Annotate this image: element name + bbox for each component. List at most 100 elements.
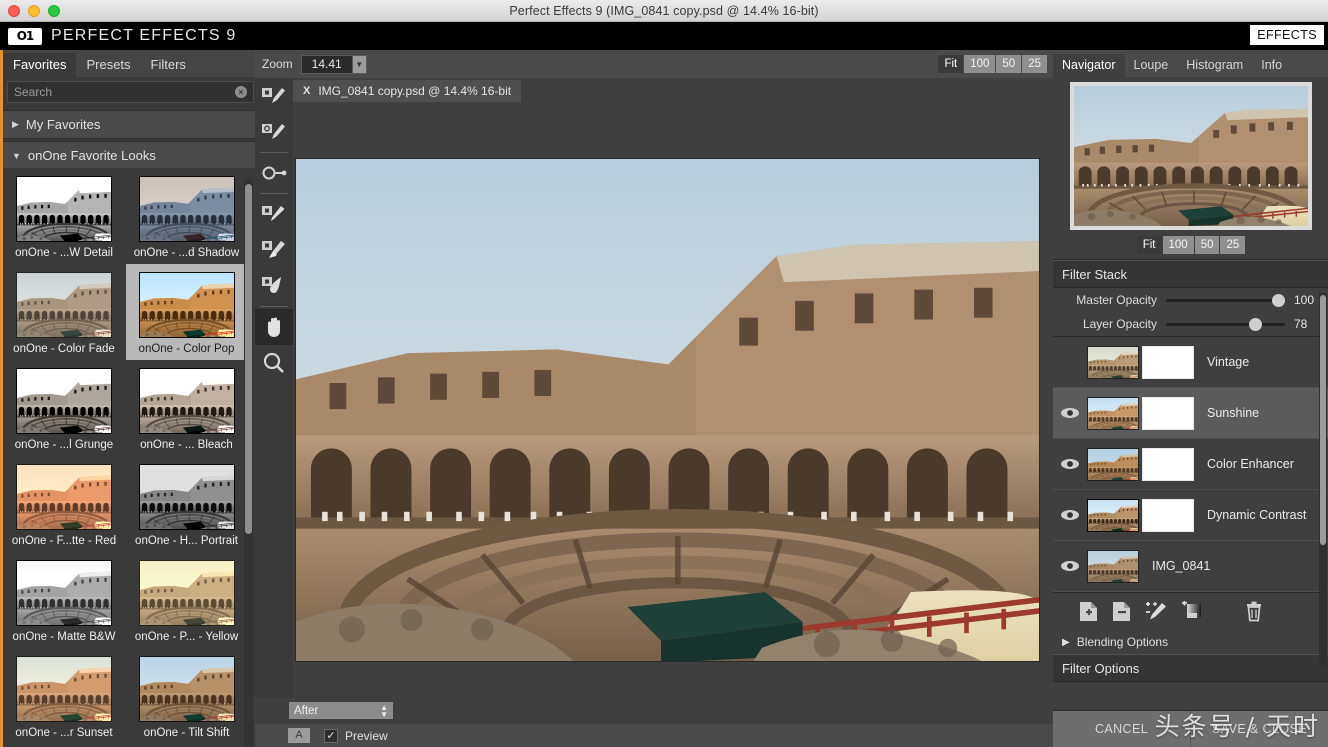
tab-favorites[interactable]: Favorites xyxy=(3,53,77,77)
eye-icon[interactable] xyxy=(1053,458,1087,470)
tool-separator xyxy=(260,193,288,194)
window-controls[interactable] xyxy=(8,5,60,17)
preset-item[interactable]: onOne - ...r Sunset xyxy=(3,648,125,744)
tab-navigator[interactable]: Navigator xyxy=(1053,54,1125,77)
master-opacity-knob[interactable] xyxy=(1272,293,1285,307)
preset-thumbnail xyxy=(138,656,235,722)
preset-item[interactable]: onOne - ...W Detail xyxy=(3,168,125,264)
main-image-preview[interactable] xyxy=(295,158,1040,662)
left-panel-scrollbar-thumb[interactable] xyxy=(245,184,252,534)
retouch-brush-tool[interactable] xyxy=(255,78,293,114)
tool-separator xyxy=(260,306,288,307)
eye-icon[interactable] xyxy=(1053,560,1087,572)
preset-item[interactable]: onOne - Color Fade xyxy=(3,264,125,360)
layer-mask-thumbnail[interactable] xyxy=(1142,345,1194,379)
zoom-input[interactable]: 14.41 xyxy=(300,54,353,74)
filter-layer-row[interactable]: Vintage xyxy=(1053,337,1328,388)
preset-item[interactable]: onOne - Matte B&W xyxy=(3,552,125,648)
search-input[interactable] xyxy=(14,85,235,99)
preset-thumbnail xyxy=(16,272,112,338)
zoom-preset-fit[interactable]: Fit xyxy=(938,55,964,73)
delete-filter-icon[interactable] xyxy=(1112,601,1131,622)
zoom-preset-100[interactable]: 100 xyxy=(964,55,996,73)
preset-item[interactable]: onOne - Color Pop xyxy=(125,264,248,360)
add-effect-brush-icon[interactable] xyxy=(1145,601,1168,622)
preset-item[interactable]: onOne - F...tte - Red xyxy=(3,456,125,552)
group-my-favorites[interactable]: ▶ My Favorites xyxy=(3,110,255,139)
filter-layer-row[interactable]: Sunshine xyxy=(1053,388,1328,439)
tab-filters[interactable]: Filters xyxy=(141,53,196,77)
layer-name: IMG_0841 xyxy=(1152,559,1211,573)
zoom-preset-50[interactable]: 50 xyxy=(996,55,1022,73)
minimize-window-button[interactable] xyxy=(28,5,40,17)
masking-brush-tool[interactable] xyxy=(255,196,293,232)
hand-tool[interactable] xyxy=(255,309,293,345)
layer-opacity-slider[interactable] xyxy=(1166,317,1285,331)
filter-stack-scrollbar-thumb[interactable] xyxy=(1320,295,1326,545)
add-mask-icon[interactable] xyxy=(1182,601,1205,622)
search-box[interactable]: × xyxy=(7,81,254,103)
preset-item[interactable]: onOne - ... Bleach xyxy=(126,360,248,456)
add-filter-icon[interactable] xyxy=(1079,601,1098,622)
preset-item[interactable]: onOne - ...l Grunge xyxy=(3,360,125,456)
nav-zoom-25[interactable]: 25 xyxy=(1220,235,1246,254)
navigator-preview[interactable] xyxy=(1069,82,1312,230)
filter-layer-row[interactable]: IMG_0841 xyxy=(1053,541,1328,592)
transform-tool[interactable] xyxy=(255,155,293,191)
chevron-down-icon[interactable]: ▼ xyxy=(352,54,367,74)
close-window-button[interactable] xyxy=(8,5,20,17)
perfect-eraser-tool[interactable] xyxy=(255,114,293,150)
nav-zoom-50[interactable]: 50 xyxy=(1194,235,1220,254)
adjustment-brush-tool[interactable] xyxy=(255,268,293,304)
tab-loupe[interactable]: Loupe xyxy=(1125,54,1178,77)
clear-circle-icon[interactable]: × xyxy=(235,86,247,98)
nav-zoom-fit[interactable]: Fit xyxy=(1136,235,1162,254)
view-mode-select[interactable]: After ▲ ▼ xyxy=(289,702,393,719)
layer-mask-thumbnail[interactable] xyxy=(1142,498,1194,532)
window-title-bar: Perfect Effects 9 (IMG_0841 copy.psd @ 1… xyxy=(0,0,1328,22)
layer-mask-thumbnail[interactable] xyxy=(1142,447,1194,481)
image-canvas[interactable]: X IMG_0841 copy.psd @ 14.4% 16-bit xyxy=(293,78,1053,698)
trash-icon[interactable] xyxy=(1245,601,1263,622)
left-panel-scrollbar[interactable] xyxy=(244,178,253,747)
maximize-window-button[interactable] xyxy=(48,5,60,17)
view-mode-value: After xyxy=(294,704,319,717)
eye-icon[interactable] xyxy=(1053,509,1087,521)
layer-mask-thumbnail[interactable] xyxy=(1142,396,1194,430)
preset-item[interactable]: onOne - ...d Shadow xyxy=(126,168,248,264)
nav-zoom-100[interactable]: 100 xyxy=(1162,235,1194,254)
zoom-label: Zoom xyxy=(262,57,293,71)
filter-stack-scrollbar[interactable] xyxy=(1319,293,1327,665)
preset-browser[interactable]: onOne - ...W Detail onOne - ...d Shadow on… xyxy=(3,168,255,747)
preset-item[interactable]: onOne - Tilt Shift xyxy=(126,648,248,744)
masking-bug-tool[interactable] xyxy=(255,232,293,268)
preset-label: onOne - ...d Shadow xyxy=(133,247,240,259)
filter-layer-list[interactable]: Vintage Sunshine Color Enhancer Dynamic Con… xyxy=(1053,336,1328,592)
preset-thumbnail xyxy=(16,464,112,530)
stepper-icon[interactable]: ▲ ▼ xyxy=(380,703,388,718)
group-onone-favorite-looks[interactable]: ▼ onOne Favorite Looks xyxy=(3,141,255,170)
tab-presets[interactable]: Presets xyxy=(76,53,140,77)
preview-checkbox[interactable]: ✓ xyxy=(324,728,338,743)
effects-module-badge[interactable]: EFFECTS xyxy=(1250,25,1324,45)
zoom-tool[interactable] xyxy=(255,345,293,381)
preset-thumbnail xyxy=(138,272,235,338)
tab-histogram[interactable]: Histogram xyxy=(1177,54,1252,77)
compare-toggle-button[interactable]: A xyxy=(288,728,310,743)
master-opacity-slider[interactable] xyxy=(1166,293,1285,307)
eye-icon[interactable] xyxy=(1053,407,1087,419)
blending-options-row[interactable]: ▶ Blending Options xyxy=(1053,630,1328,654)
cancel-button[interactable]: CANCEL xyxy=(1053,711,1190,747)
preset-thumbnail xyxy=(16,656,112,722)
layer-thumbnail xyxy=(1087,396,1139,430)
close-document-icon[interactable]: X xyxy=(303,85,310,97)
layer-opacity-knob[interactable] xyxy=(1248,317,1262,331)
filter-layer-row[interactable]: Dynamic Contrast xyxy=(1053,490,1328,541)
preset-item[interactable]: onOne - P... - Yellow xyxy=(126,552,248,648)
preset-item[interactable]: onOne - H... Portrait xyxy=(126,456,248,552)
document-tab[interactable]: X IMG_0841 copy.psd @ 14.4% 16-bit xyxy=(293,80,522,102)
tab-info[interactable]: Info xyxy=(1252,54,1291,77)
filter-layer-row[interactable]: Color Enhancer xyxy=(1053,439,1328,490)
save-and-close-button[interactable]: SAVE & CLOSE xyxy=(1190,711,1328,747)
zoom-preset-25[interactable]: 25 xyxy=(1022,55,1047,73)
